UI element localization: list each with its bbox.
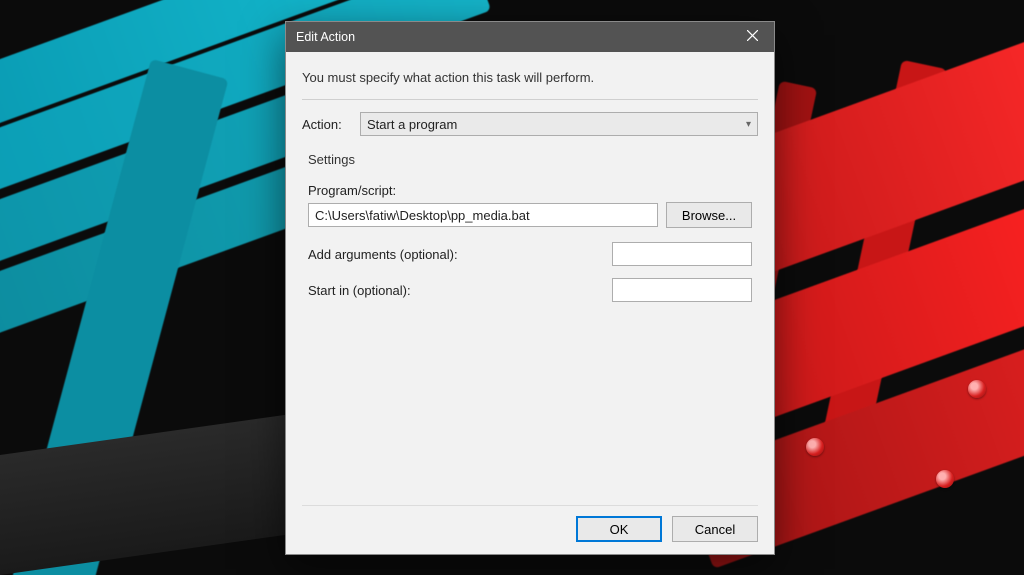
action-dropdown-value: Start a program	[367, 117, 457, 132]
arguments-input[interactable]	[612, 242, 752, 266]
settings-group: Program/script: Browse... Add arguments …	[302, 177, 758, 314]
instruction-text: You must specify what action this task w…	[302, 70, 758, 85]
edit-action-dialog: Edit Action You must specify what action…	[285, 21, 775, 555]
settings-groupbox-label: Settings	[308, 152, 758, 167]
dialog-titlebar[interactable]: Edit Action	[286, 22, 774, 52]
program-script-input[interactable]	[308, 203, 658, 227]
browse-button[interactable]: Browse...	[666, 202, 752, 228]
action-dropdown[interactable]: Start a program ▾	[360, 112, 758, 136]
desktop-wallpaper: Edit Action You must specify what action…	[0, 0, 1024, 575]
dialog-button-row: OK Cancel	[302, 505, 758, 542]
cancel-button[interactable]: Cancel	[672, 516, 758, 542]
program-label: Program/script:	[308, 183, 752, 198]
action-label: Action:	[302, 117, 350, 132]
dialog-body: You must specify what action this task w…	[286, 52, 774, 554]
divider	[302, 99, 758, 100]
arguments-label: Add arguments (optional):	[308, 247, 612, 262]
startin-label: Start in (optional):	[308, 283, 612, 298]
close-button[interactable]	[730, 22, 774, 52]
chevron-down-icon: ▾	[746, 119, 751, 130]
startin-input[interactable]	[612, 278, 752, 302]
dialog-title: Edit Action	[296, 30, 730, 44]
ok-button[interactable]: OK	[576, 516, 662, 542]
close-icon	[747, 30, 758, 44]
